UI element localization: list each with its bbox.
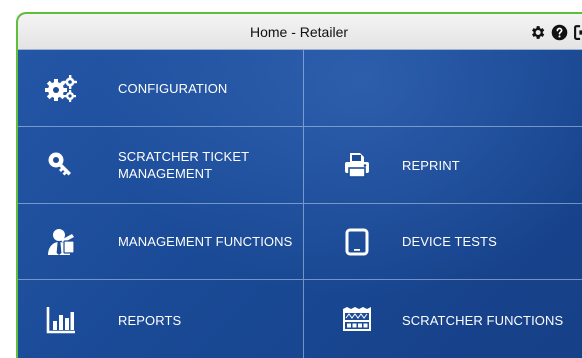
management-functions-tile[interactable]: MANAGEMENT FUNCTIONS [18,204,304,280]
configuration-tile[interactable]: CONFIGURATION [18,50,304,127]
gear-icon[interactable] [528,23,546,41]
page-title: Home - Retailer [249,24,349,40]
tablet-icon [340,225,374,259]
logout-icon[interactable] [572,23,582,41]
bar-chart-icon [44,303,78,337]
gears-icon [44,71,78,105]
reprint-label: REPRINT [402,158,460,173]
scratcher-ticket-icon [340,303,374,337]
scratcher-ticket-management-tile[interactable]: SCRATCHER TICKET MANAGEMENT [18,127,304,204]
manager-icon [44,225,78,259]
key-icon [44,148,78,182]
scratcher-ticket-management-label: SCRATCHER TICKET MANAGEMENT [118,149,249,181]
title-bar: Home - Retailer [18,14,582,50]
reports-label: REPORTS [118,313,182,328]
help-icon[interactable] [550,23,568,41]
management-functions-label: MANAGEMENT FUNCTIONS [118,234,293,249]
home-menu-grid: CONFIGURATION SCRATCHER TICKET MANAGEMEN… [18,50,582,358]
empty-tile [304,50,582,127]
reports-tile[interactable]: REPORTS [18,280,304,358]
device-tests-tile[interactable]: DEVICE TESTS [304,204,582,280]
configuration-label: CONFIGURATION [118,81,228,96]
scratcher-functions-tile[interactable]: SCRATCHER FUNCTIONS [304,280,582,358]
device-tests-label: DEVICE TESTS [402,234,497,249]
reprint-tile[interactable]: REPRINT [304,127,582,204]
app-window: Home - Retailer CONFIGURATION SCRATCHER … [16,12,582,358]
scratcher-functions-label: SCRATCHER FUNCTIONS [402,313,564,328]
printer-icon [340,148,374,182]
title-actions [528,14,582,50]
